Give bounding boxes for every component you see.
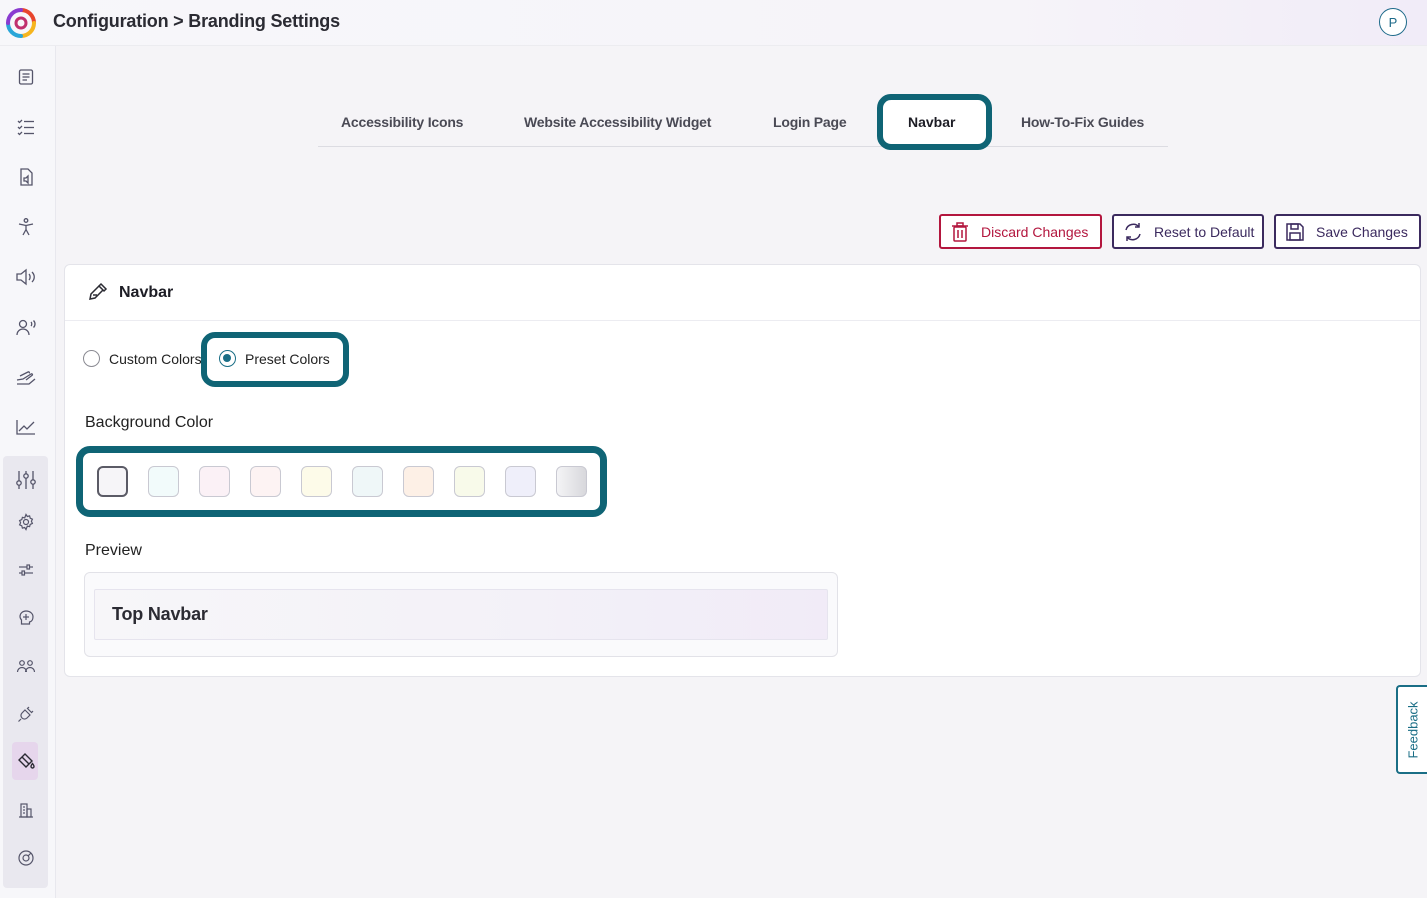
trash-icon <box>952 221 968 242</box>
reset-to-default-button[interactable]: Reset to Default <box>1112 214 1264 249</box>
preset-colors-radio[interactable] <box>219 350 236 367</box>
hand-icon[interactable] <box>12 363 40 391</box>
support-icon[interactable] <box>12 844 40 872</box>
page-title: Configuration > Branding Settings <box>53 11 340 31</box>
color-swatch-9[interactable] <box>505 466 536 497</box>
team-icon[interactable] <box>12 652 40 680</box>
color-swatch-10[interactable] <box>556 466 587 497</box>
audio-file-icon[interactable] <box>12 163 40 191</box>
preset-colors-label[interactable]: Preset Colors <box>245 351 330 367</box>
gear-icon[interactable] <box>12 508 40 536</box>
user-avatar[interactable]: P <box>1379 8 1407 36</box>
top-header: Configuration > Branding Settings P <box>0 0 1427 46</box>
feedback-tab[interactable]: Feedback <box>1396 685 1427 774</box>
save-changes-button[interactable]: Save Changes <box>1274 214 1421 249</box>
eyedropper-icon <box>89 282 108 300</box>
save-icon <box>1286 222 1304 241</box>
save-changes-label: Save Changes <box>1316 223 1408 240</box>
tab-accessibility-icons[interactable]: Accessibility Icons <box>341 114 463 130</box>
settings-tabs: Accessibility Icons Website Accessibilit… <box>318 96 1168 147</box>
tab-login-page[interactable]: Login Page <box>773 114 847 130</box>
reset-to-default-label: Reset to Default <box>1154 223 1255 240</box>
discard-changes-button[interactable]: Discard Changes <box>939 214 1102 249</box>
color-swatch-3[interactable] <box>199 466 230 497</box>
custom-colors-label[interactable]: Custom Colors <box>109 351 202 367</box>
color-swatch-6[interactable] <box>352 466 383 497</box>
discard-changes-label: Discard Changes <box>981 223 1089 240</box>
color-swatch-1[interactable] <box>97 466 128 497</box>
color-swatch-4[interactable] <box>250 466 281 497</box>
checklist-icon[interactable] <box>12 113 40 141</box>
card-title: Navbar <box>119 284 174 301</box>
document-icon[interactable] <box>12 63 40 91</box>
background-color-label: Background Color <box>85 414 214 431</box>
accessibility-icon[interactable] <box>12 213 40 241</box>
refresh-icon <box>1125 222 1141 241</box>
preview-label: Preview <box>85 542 142 559</box>
tab-website-accessibility-widget[interactable]: Website Accessibility Widget <box>524 114 711 130</box>
tab-how-to-fix-guides[interactable]: How-To-Fix Guides <box>1021 114 1144 130</box>
feedback-label: Feedback <box>1405 700 1420 759</box>
color-swatch-2[interactable] <box>148 466 179 497</box>
paint-bucket-icon[interactable] <box>12 747 40 775</box>
color-swatch-7[interactable] <box>403 466 434 497</box>
plug-icon[interactable] <box>12 700 40 728</box>
color-swatch-8[interactable] <box>454 466 485 497</box>
speaker-icon[interactable] <box>12 263 40 291</box>
chart-icon[interactable] <box>12 413 40 441</box>
preview-navbar-title: Top Navbar <box>112 604 208 624</box>
voice-user-icon[interactable] <box>12 313 40 341</box>
color-swatch-5[interactable] <box>301 466 332 497</box>
card-header: Navbar <box>65 265 1420 321</box>
building-icon[interactable] <box>12 796 40 824</box>
tab-navbar-label: Navbar <box>908 114 956 130</box>
sidebar <box>0 46 56 898</box>
sliders-icon[interactable] <box>12 466 40 494</box>
brain-icon[interactable] <box>12 604 40 632</box>
tune-icon[interactable] <box>12 556 40 584</box>
brand-logo[interactable] <box>5 7 37 39</box>
custom-colors-radio[interactable] <box>83 350 100 367</box>
